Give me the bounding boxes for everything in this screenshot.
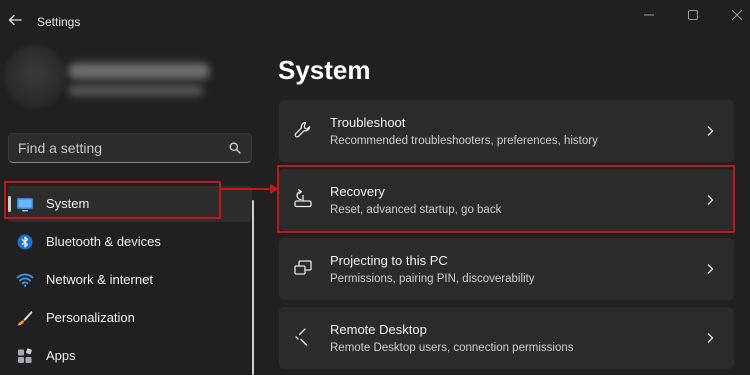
card-subtitle: Permissions, pairing PIN, discoverabilit… — [330, 273, 535, 285]
remote-desktop-card[interactable]: Remote Desktop Remote Desktop users, con… — [279, 307, 734, 369]
sidebar-item-apps[interactable]: Apps — [8, 338, 252, 374]
sidebar-item-personalization[interactable]: Personalization — [8, 300, 252, 336]
projecting-card[interactable]: Projecting to this PC Permissions, pairi… — [279, 238, 734, 300]
chevron-right-icon — [707, 333, 714, 343]
app-title: Settings — [37, 15, 81, 29]
card-subtitle: Remote Desktop users, connection permiss… — [330, 342, 574, 354]
system-highlight-box — [4, 181, 221, 219]
blurred-user-email — [68, 85, 203, 96]
wifi-icon — [16, 273, 34, 287]
maximize-button[interactable] — [684, 8, 702, 22]
annotation-arrow-icon — [220, 184, 279, 194]
page-title: System — [278, 55, 371, 85]
card-title: Projecting to this PC — [330, 253, 448, 268]
title-bar: Settings — [0, 0, 750, 44]
card-title: Remote Desktop — [330, 322, 427, 337]
card-subtitle: Recommended troubleshooters, preferences… — [330, 135, 598, 147]
recovery-highlight-box — [277, 165, 735, 233]
search-input[interactable] — [18, 139, 218, 157]
minimize-button[interactable] — [640, 8, 658, 22]
apps-icon — [18, 348, 32, 363]
sidebar-scrollbar[interactable] — [252, 200, 254, 375]
remote-desktop-icon — [295, 328, 308, 346]
close-button[interactable] — [728, 8, 746, 22]
back-arrow-icon[interactable] — [7, 12, 23, 28]
avatar — [4, 45, 66, 109]
sidebar-item-network[interactable]: Network & internet — [8, 262, 252, 298]
blurred-user-name — [68, 63, 210, 79]
sidebar-item-bluetooth[interactable]: Bluetooth & devices — [8, 224, 252, 260]
card-title: Troubleshoot — [330, 115, 406, 130]
sidebar-item-label: Apps — [46, 348, 76, 363]
wrench-icon — [294, 121, 311, 138]
projecting-icon — [294, 260, 312, 275]
search-box[interactable] — [8, 133, 252, 163]
sidebar-item-label: Personalization — [46, 310, 135, 325]
chevron-right-icon — [707, 126, 714, 136]
bluetooth-icon — [17, 234, 33, 250]
search-icon[interactable] — [229, 142, 241, 154]
brush-icon — [17, 311, 33, 326]
sidebar-item-label: Network & internet — [46, 272, 153, 287]
troubleshoot-card[interactable]: Troubleshoot Recommended troubleshooters… — [279, 100, 734, 162]
user-profile[interactable] — [2, 45, 282, 115]
chevron-right-icon — [707, 264, 714, 274]
sidebar-item-label: Bluetooth & devices — [46, 234, 161, 249]
